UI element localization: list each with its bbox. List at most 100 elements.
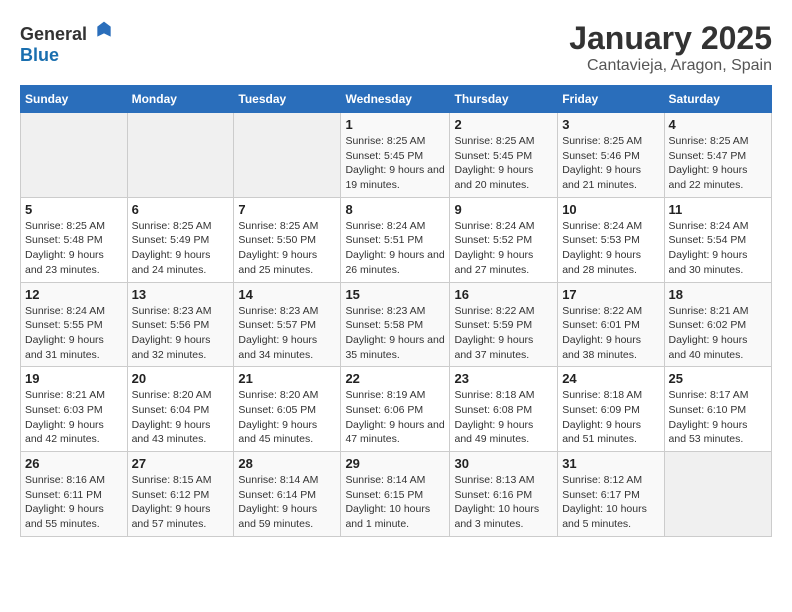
calendar-cell: 6 Sunrise: 8:25 AMSunset: 5:49 PMDayligh…: [127, 197, 234, 282]
month-title: January 2025: [569, 20, 772, 57]
calendar-header-row: SundayMondayTuesdayWednesdayThursdayFrid…: [21, 86, 772, 113]
calendar-week-row: 26 Sunrise: 8:16 AMSunset: 6:11 PMDaylig…: [21, 452, 772, 537]
day-info: Sunrise: 8:18 AMSunset: 6:09 PMDaylight:…: [562, 388, 659, 447]
calendar-table: SundayMondayTuesdayWednesdayThursdayFrid…: [20, 85, 772, 537]
day-info: Sunrise: 8:18 AMSunset: 6:08 PMDaylight:…: [454, 388, 553, 447]
day-info: Sunrise: 8:23 AMSunset: 5:58 PMDaylight:…: [345, 304, 445, 363]
day-number: 13: [132, 287, 230, 302]
calendar-week-row: 12 Sunrise: 8:24 AMSunset: 5:55 PMDaylig…: [21, 282, 772, 367]
day-number: 4: [669, 117, 767, 132]
calendar-cell: [664, 452, 771, 537]
day-info: Sunrise: 8:17 AMSunset: 6:10 PMDaylight:…: [669, 388, 767, 447]
calendar-cell: [21, 113, 128, 198]
day-info: Sunrise: 8:21 AMSunset: 6:03 PMDaylight:…: [25, 388, 123, 447]
logo-blue: Blue: [20, 45, 59, 65]
logo: General Blue: [20, 20, 114, 66]
calendar-cell: 9 Sunrise: 8:24 AMSunset: 5:52 PMDayligh…: [450, 197, 558, 282]
calendar-cell: 20 Sunrise: 8:20 AMSunset: 6:04 PMDaylig…: [127, 367, 234, 452]
day-number: 20: [132, 371, 230, 386]
calendar-cell: 14 Sunrise: 8:23 AMSunset: 5:57 PMDaylig…: [234, 282, 341, 367]
page-header: General Blue January 2025 Cantavieja, Ar…: [20, 20, 772, 75]
calendar-cell: 19 Sunrise: 8:21 AMSunset: 6:03 PMDaylig…: [21, 367, 128, 452]
calendar-cell: 3 Sunrise: 8:25 AMSunset: 5:46 PMDayligh…: [558, 113, 664, 198]
day-number: 29: [345, 456, 445, 471]
header-friday: Friday: [558, 86, 664, 113]
calendar-cell: 15 Sunrise: 8:23 AMSunset: 5:58 PMDaylig…: [341, 282, 450, 367]
day-number: 30: [454, 456, 553, 471]
day-info: Sunrise: 8:15 AMSunset: 6:12 PMDaylight:…: [132, 473, 230, 532]
day-number: 15: [345, 287, 445, 302]
day-number: 2: [454, 117, 553, 132]
day-info: Sunrise: 8:25 AMSunset: 5:49 PMDaylight:…: [132, 219, 230, 278]
calendar-week-row: 1 Sunrise: 8:25 AMSunset: 5:45 PMDayligh…: [21, 113, 772, 198]
calendar-week-row: 5 Sunrise: 8:25 AMSunset: 5:48 PMDayligh…: [21, 197, 772, 282]
day-number: 27: [132, 456, 230, 471]
calendar-cell: 16 Sunrise: 8:22 AMSunset: 5:59 PMDaylig…: [450, 282, 558, 367]
day-info: Sunrise: 8:16 AMSunset: 6:11 PMDaylight:…: [25, 473, 123, 532]
calendar-cell: 26 Sunrise: 8:16 AMSunset: 6:11 PMDaylig…: [21, 452, 128, 537]
day-number: 6: [132, 202, 230, 217]
logo-text: General Blue: [20, 20, 114, 66]
day-number: 25: [669, 371, 767, 386]
logo-general: General: [20, 24, 87, 44]
day-info: Sunrise: 8:25 AMSunset: 5:50 PMDaylight:…: [238, 219, 336, 278]
calendar-cell: 21 Sunrise: 8:20 AMSunset: 6:05 PMDaylig…: [234, 367, 341, 452]
day-number: 22: [345, 371, 445, 386]
calendar-cell: 4 Sunrise: 8:25 AMSunset: 5:47 PMDayligh…: [664, 113, 771, 198]
header-wednesday: Wednesday: [341, 86, 450, 113]
day-info: Sunrise: 8:22 AMSunset: 6:01 PMDaylight:…: [562, 304, 659, 363]
calendar-cell: 23 Sunrise: 8:18 AMSunset: 6:08 PMDaylig…: [450, 367, 558, 452]
day-info: Sunrise: 8:23 AMSunset: 5:56 PMDaylight:…: [132, 304, 230, 363]
day-info: Sunrise: 8:14 AMSunset: 6:14 PMDaylight:…: [238, 473, 336, 532]
day-number: 12: [25, 287, 123, 302]
calendar-cell: 25 Sunrise: 8:17 AMSunset: 6:10 PMDaylig…: [664, 367, 771, 452]
calendar-cell: 30 Sunrise: 8:13 AMSunset: 6:16 PMDaylig…: [450, 452, 558, 537]
calendar-cell: 13 Sunrise: 8:23 AMSunset: 5:56 PMDaylig…: [127, 282, 234, 367]
calendar-cell: 5 Sunrise: 8:25 AMSunset: 5:48 PMDayligh…: [21, 197, 128, 282]
calendar-cell: 24 Sunrise: 8:18 AMSunset: 6:09 PMDaylig…: [558, 367, 664, 452]
day-info: Sunrise: 8:25 AMSunset: 5:47 PMDaylight:…: [669, 134, 767, 193]
day-info: Sunrise: 8:25 AMSunset: 5:45 PMDaylight:…: [345, 134, 445, 193]
day-info: Sunrise: 8:20 AMSunset: 6:05 PMDaylight:…: [238, 388, 336, 447]
header-saturday: Saturday: [664, 86, 771, 113]
calendar-cell: 2 Sunrise: 8:25 AMSunset: 5:45 PMDayligh…: [450, 113, 558, 198]
day-info: Sunrise: 8:24 AMSunset: 5:53 PMDaylight:…: [562, 219, 659, 278]
day-info: Sunrise: 8:25 AMSunset: 5:46 PMDaylight:…: [562, 134, 659, 193]
calendar-cell: 1 Sunrise: 8:25 AMSunset: 5:45 PMDayligh…: [341, 113, 450, 198]
day-info: Sunrise: 8:12 AMSunset: 6:17 PMDaylight:…: [562, 473, 659, 532]
day-number: 26: [25, 456, 123, 471]
day-number: 14: [238, 287, 336, 302]
day-info: Sunrise: 8:20 AMSunset: 6:04 PMDaylight:…: [132, 388, 230, 447]
calendar-cell: 8 Sunrise: 8:24 AMSunset: 5:51 PMDayligh…: [341, 197, 450, 282]
day-number: 21: [238, 371, 336, 386]
logo-icon: [94, 20, 114, 40]
calendar-cell: 22 Sunrise: 8:19 AMSunset: 6:06 PMDaylig…: [341, 367, 450, 452]
day-info: Sunrise: 8:24 AMSunset: 5:52 PMDaylight:…: [454, 219, 553, 278]
day-number: 18: [669, 287, 767, 302]
day-number: 5: [25, 202, 123, 217]
day-info: Sunrise: 8:23 AMSunset: 5:57 PMDaylight:…: [238, 304, 336, 363]
calendar-cell: [127, 113, 234, 198]
calendar-cell: 18 Sunrise: 8:21 AMSunset: 6:02 PMDaylig…: [664, 282, 771, 367]
day-number: 9: [454, 202, 553, 217]
header-tuesday: Tuesday: [234, 86, 341, 113]
day-info: Sunrise: 8:24 AMSunset: 5:54 PMDaylight:…: [669, 219, 767, 278]
day-number: 8: [345, 202, 445, 217]
calendar-cell: 11 Sunrise: 8:24 AMSunset: 5:54 PMDaylig…: [664, 197, 771, 282]
day-info: Sunrise: 8:25 AMSunset: 5:48 PMDaylight:…: [25, 219, 123, 278]
calendar-cell: 27 Sunrise: 8:15 AMSunset: 6:12 PMDaylig…: [127, 452, 234, 537]
day-number: 16: [454, 287, 553, 302]
calendar-week-row: 19 Sunrise: 8:21 AMSunset: 6:03 PMDaylig…: [21, 367, 772, 452]
day-number: 17: [562, 287, 659, 302]
title-block: January 2025 Cantavieja, Aragon, Spain: [569, 20, 772, 75]
day-info: Sunrise: 8:14 AMSunset: 6:15 PMDaylight:…: [345, 473, 445, 532]
day-info: Sunrise: 8:19 AMSunset: 6:06 PMDaylight:…: [345, 388, 445, 447]
calendar-cell: 10 Sunrise: 8:24 AMSunset: 5:53 PMDaylig…: [558, 197, 664, 282]
location-title: Cantavieja, Aragon, Spain: [569, 57, 772, 75]
day-number: 24: [562, 371, 659, 386]
day-number: 23: [454, 371, 553, 386]
day-number: 3: [562, 117, 659, 132]
day-number: 11: [669, 202, 767, 217]
calendar-cell: [234, 113, 341, 198]
day-info: Sunrise: 8:25 AMSunset: 5:45 PMDaylight:…: [454, 134, 553, 193]
